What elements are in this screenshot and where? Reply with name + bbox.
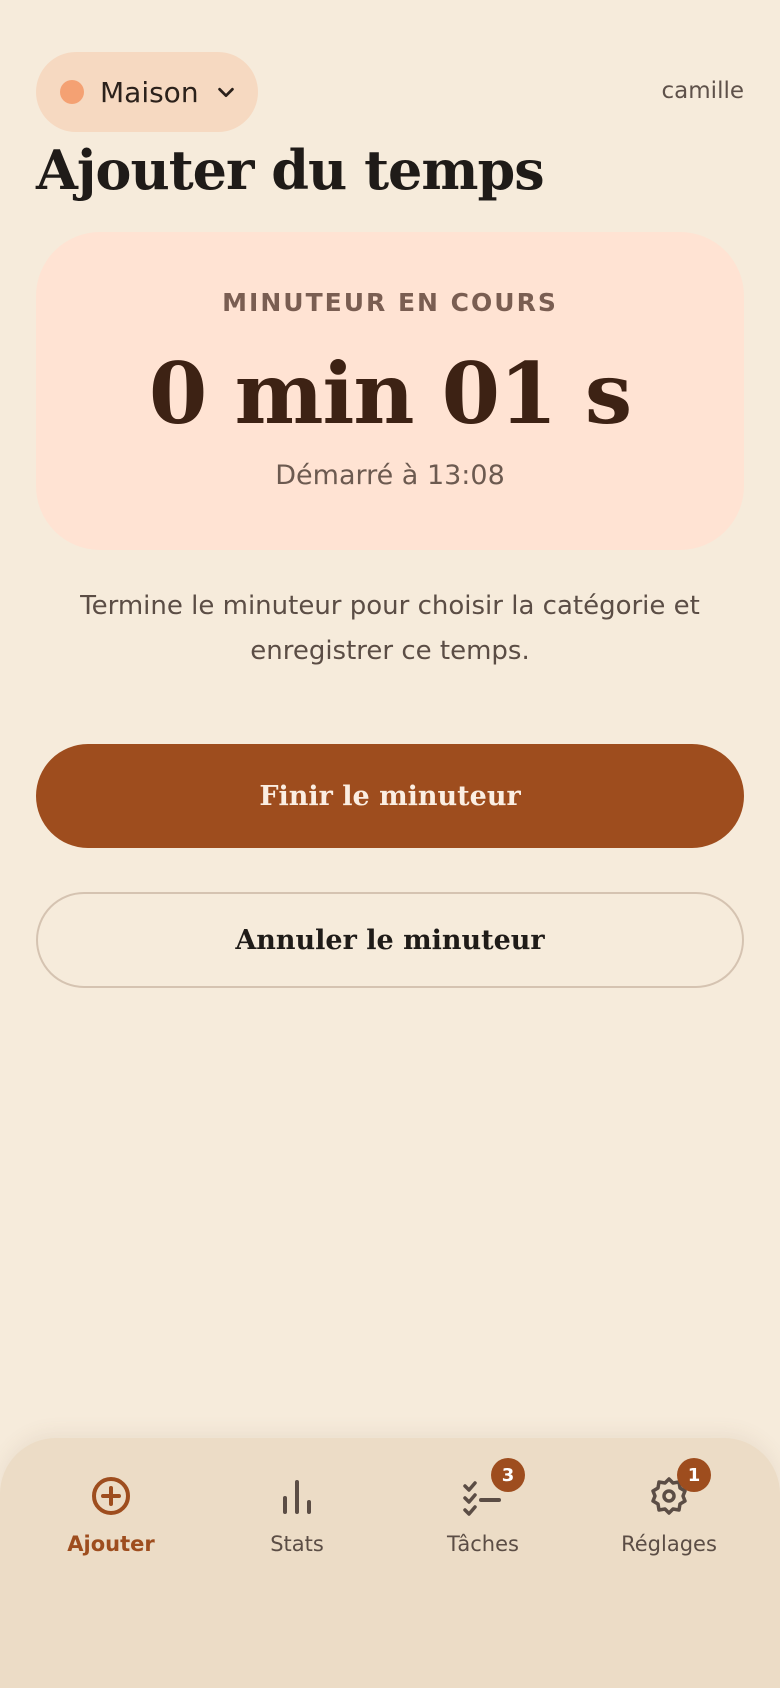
bottom-nav: Ajouter Stats 3 Tâches 1 Réglages bbox=[0, 1438, 780, 1688]
timer-start-time: Démarré à 13:08 bbox=[275, 460, 505, 491]
plus-circle-icon bbox=[92, 1477, 130, 1515]
tab-label: Réglages bbox=[621, 1532, 717, 1556]
tab-label: Ajouter bbox=[67, 1532, 155, 1556]
help-text: Termine le minuteur pour choisir la caté… bbox=[80, 591, 700, 666]
tasks-badge: 3 bbox=[491, 1458, 525, 1492]
finish-timer-button[interactable]: Finir le minuteur bbox=[36, 744, 744, 848]
household-color-dot bbox=[60, 80, 84, 104]
tab-label: Tâches bbox=[447, 1532, 519, 1556]
tab-ajouter[interactable]: Ajouter bbox=[18, 1474, 204, 1556]
app-screen: Maison camille Ajouter du temps MINUTEUR… bbox=[0, 0, 780, 1688]
chevron-down-icon bbox=[217, 87, 234, 98]
tab-label: Stats bbox=[270, 1532, 324, 1556]
tab-taches[interactable]: 3 Tâches bbox=[390, 1458, 576, 1556]
timer-value: 0 min 01 s bbox=[148, 344, 632, 443]
settings-badge: 1 bbox=[677, 1458, 711, 1492]
bar-chart-icon bbox=[283, 1480, 311, 1514]
tab-stats[interactable]: Stats bbox=[204, 1474, 390, 1556]
timer-caption: MINUTEUR EN COURS bbox=[222, 288, 558, 317]
timer-card: MINUTEUR EN COURS 0 min 01 s Démarré à 1… bbox=[36, 232, 744, 550]
household-name: Maison bbox=[100, 75, 199, 109]
household-selector[interactable]: Maison bbox=[36, 52, 258, 132]
username[interactable]: camille bbox=[662, 78, 744, 104]
page-title: Ajouter du temps bbox=[36, 138, 545, 202]
tab-reglages[interactable]: 1 Réglages bbox=[576, 1458, 762, 1556]
cancel-timer-button[interactable]: Annuler le minuteur bbox=[36, 892, 744, 988]
